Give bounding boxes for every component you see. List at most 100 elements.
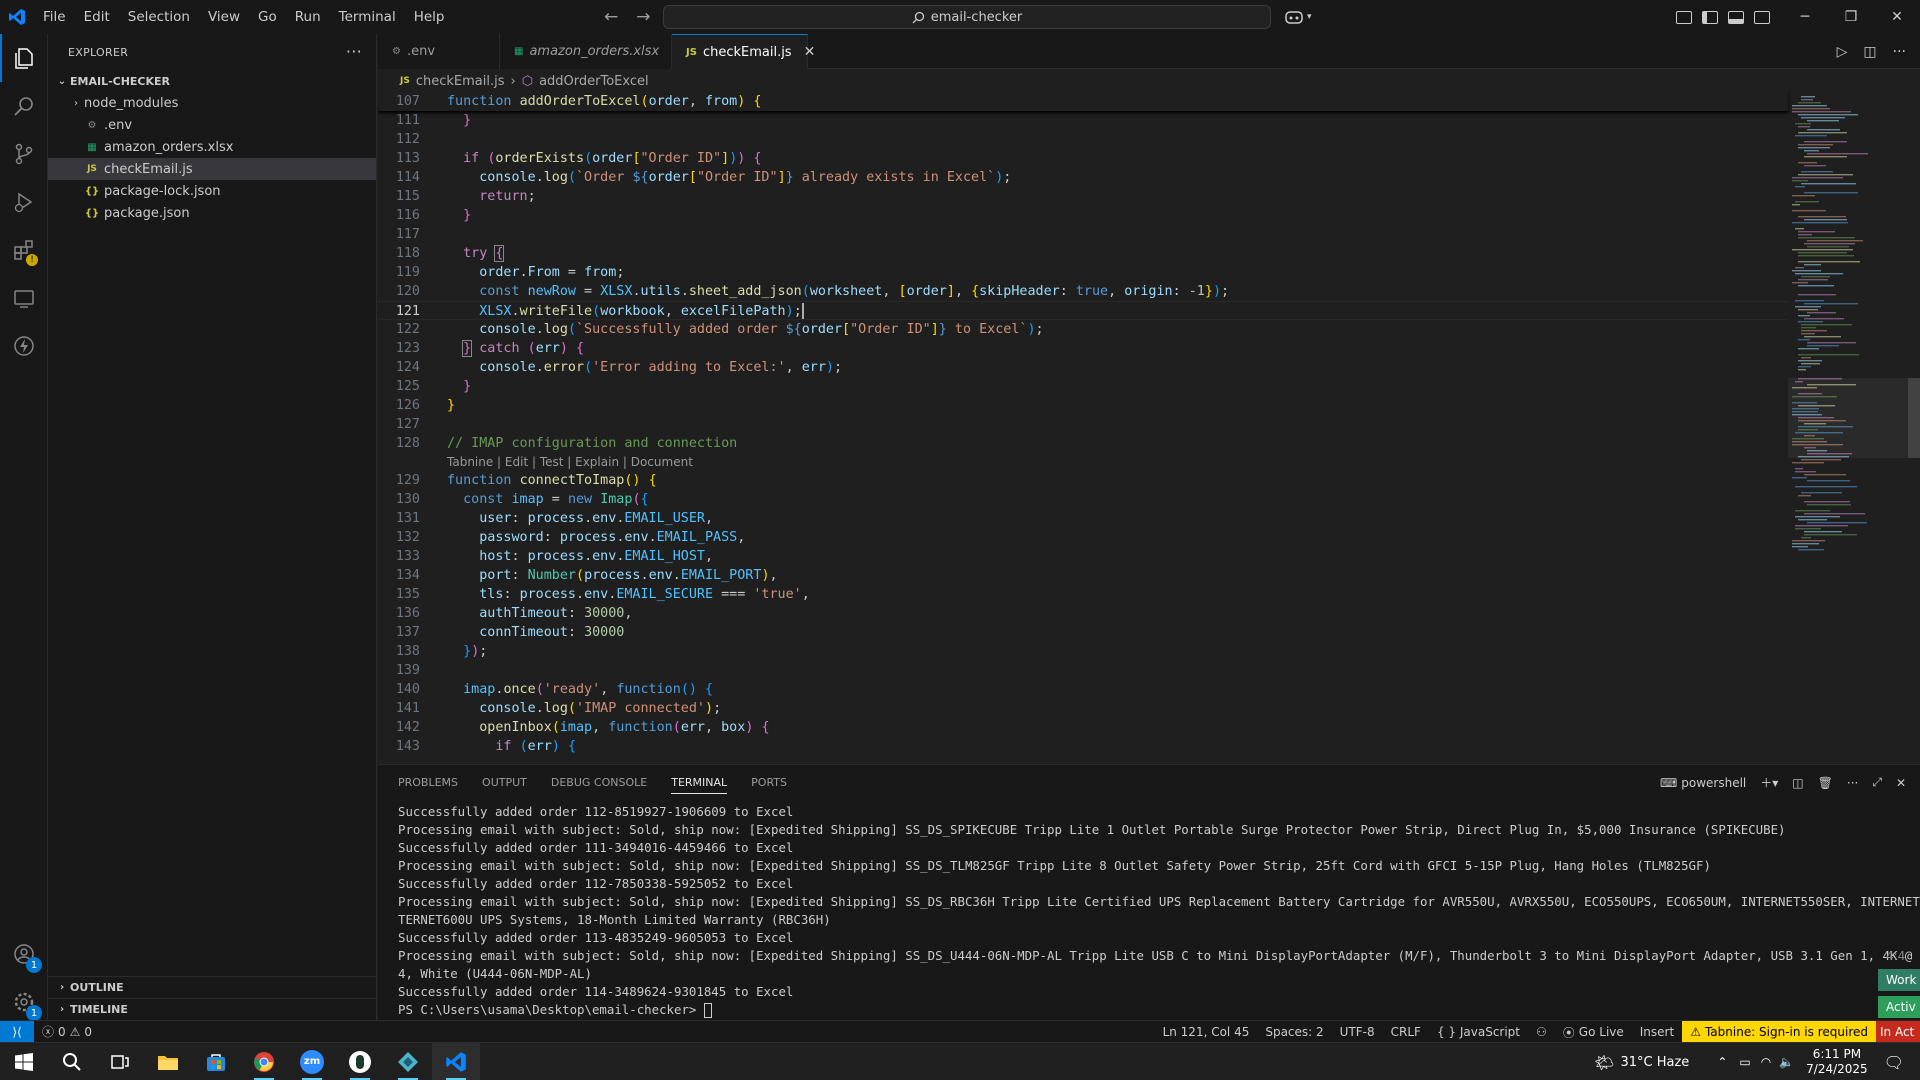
menu-file[interactable]: File: [34, 0, 75, 34]
vscode-taskbar-icon[interactable]: [432, 1042, 480, 1080]
tabnine-icon: ⚠: [1690, 1025, 1701, 1039]
insert-mode[interactable]: Insert: [1632, 1021, 1682, 1043]
scrollbar-thumb[interactable]: [1908, 378, 1920, 458]
menu-run[interactable]: Run: [286, 0, 330, 34]
restore-icon[interactable]: ❐: [1828, 0, 1874, 34]
split-terminal-icon[interactable]: ◫: [1792, 776, 1803, 790]
wifi-icon[interactable]: ◠: [1761, 1055, 1771, 1069]
menu-help[interactable]: Help: [405, 0, 454, 34]
outline-section[interactable]: › OUTLINE: [48, 976, 377, 998]
editor-scrollbar[interactable]: [1908, 92, 1920, 764]
tree-item-checkemail[interactable]: JS checkEmail.js: [48, 158, 376, 180]
close-icon[interactable]: ✕: [804, 44, 816, 60]
sticky-scroll-line[interactable]: 107 function addOrderToExcel(order, from)…: [378, 92, 1788, 111]
tab-debug-console[interactable]: DEBUG CONSOLE: [551, 776, 647, 789]
close-window-icon[interactable]: ✕: [1874, 0, 1920, 34]
extensions-icon[interactable]: !: [0, 226, 48, 274]
copilot-status-icon[interactable]: ⚇: [1528, 1021, 1555, 1043]
remote-indicator-icon[interactable]: ⟩⟨: [0, 1020, 34, 1043]
command-center-search[interactable]: email-checker: [663, 5, 1271, 29]
copilot-icon[interactable]: ▾: [1284, 7, 1320, 27]
menu-view[interactable]: View: [199, 0, 249, 34]
breadcrumb-file[interactable]: checkEmail.js: [416, 74, 505, 89]
indentation[interactable]: Spaces: 2: [1257, 1021, 1331, 1043]
terminal-output[interactable]: Successfully added order 112-8519927-190…: [398, 803, 1920, 1019]
breadcrumb-symbol[interactable]: addOrderToExcel: [539, 74, 649, 89]
remote-explorer-icon[interactable]: [0, 274, 48, 322]
chevron-right-icon: ›: [59, 1004, 65, 1015]
maximize-panel-icon[interactable]: ⤢: [1872, 775, 1882, 790]
shell-name[interactable]: powershell: [1681, 776, 1746, 790]
new-terminal-icon[interactable]: ＋▾: [1760, 774, 1778, 791]
toggle-panel-icon[interactable]: [1728, 10, 1744, 24]
forward-arrow-icon[interactable]: →: [636, 7, 650, 27]
line-number: 143: [395, 739, 420, 754]
clock-time: 6:11 PM: [1812, 1047, 1862, 1061]
line-ending[interactable]: CRLF: [1383, 1021, 1429, 1043]
tab-problems[interactable]: PROBLEMS: [398, 776, 458, 789]
chrome-icon[interactable]: [240, 1043, 288, 1080]
menu-go[interactable]: Go: [249, 0, 286, 34]
trash-icon[interactable]: 🗑: [1818, 776, 1833, 790]
menu-edit[interactable]: Edit: [75, 0, 119, 34]
more-actions-icon[interactable]: ···: [346, 42, 362, 61]
minimap[interactable]: [1788, 92, 1908, 764]
cursor-position[interactable]: Ln 121, Col 45: [1155, 1021, 1258, 1043]
timeline-section[interactable]: › TIMELINE: [48, 998, 377, 1020]
menu-terminal[interactable]: Terminal: [330, 0, 405, 34]
encoding[interactable]: UTF-8: [1332, 1021, 1383, 1043]
tabnine-status[interactable]: ⚠ Tabnine: Sign-in is required: [1682, 1021, 1876, 1043]
close-panel-icon[interactable]: ✕: [1896, 776, 1906, 790]
minimize-icon[interactable]: ─: [1782, 0, 1828, 34]
account-icon[interactable]: 1: [0, 930, 48, 978]
volume-icon[interactable]: 🔈: [1779, 1055, 1794, 1069]
customize-layout-icon[interactable]: [1676, 10, 1692, 24]
search-icon[interactable]: [0, 82, 48, 130]
go-live-button[interactable]: ⦿ Go Live: [1555, 1021, 1632, 1043]
file-explorer-icon[interactable]: [144, 1043, 192, 1080]
battery-icon[interactable]: ▭: [1739, 1055, 1750, 1069]
terminal-prompt-line[interactable]: PS C:\Users\usama\Desktop\email-checker>: [398, 1001, 1908, 1019]
more-actions-icon[interactable]: ···: [1847, 776, 1858, 790]
clock[interactable]: 6:11 PM 7/24/2025: [1806, 1047, 1868, 1077]
split-editor-icon[interactable]: ◫: [1863, 44, 1876, 60]
chevron-up-icon[interactable]: ⌃: [1717, 1055, 1727, 1069]
weather-icon[interactable]: 🌤: [1594, 1053, 1614, 1072]
toggle-secondary-sidebar-icon[interactable]: [1754, 10, 1770, 24]
language-mode[interactable]: { } JavaScript: [1429, 1021, 1528, 1043]
app-leaf-icon[interactable]: [336, 1043, 384, 1080]
app-diamond-icon[interactable]: [384, 1043, 432, 1080]
tree-item-env[interactable]: ⚙ .env: [48, 114, 376, 136]
taskbar-search-icon[interactable]: [48, 1043, 96, 1080]
tree-item-node-modules[interactable]: › node_modules: [48, 92, 376, 114]
problems-indicator[interactable]: ⓧ 0 ⚠ 0: [34, 1023, 100, 1040]
toggle-sidebar-icon[interactable]: [1702, 10, 1718, 24]
windows-start-icon[interactable]: [0, 1043, 48, 1080]
zoom-icon[interactable]: zm: [288, 1043, 336, 1080]
line-number: 126: [395, 398, 420, 413]
tab-ports[interactable]: PORTS: [751, 776, 787, 789]
run-icon[interactable]: ▷: [1837, 44, 1848, 60]
notifications-icon[interactable]: 🗨: [1884, 1053, 1904, 1072]
tab-checkemail[interactable]: JS checkEmail.js ✕: [672, 34, 815, 69]
tree-item-package-lock[interactable]: {} package-lock.json: [48, 180, 376, 202]
run-debug-icon[interactable]: [0, 178, 48, 226]
tabnine-codelens[interactable]: Tabnine | Edit | Test | Explain | Docume…: [447, 453, 693, 471]
source-control-icon[interactable]: [0, 130, 48, 178]
tab-xlsx[interactable]: ▦ amazon_orders.xlsx: [500, 34, 672, 69]
explorer-icon[interactable]: [0, 34, 48, 82]
menu-selection[interactable]: Selection: [119, 0, 199, 34]
tree-item-package[interactable]: {} package.json: [48, 202, 376, 224]
lightning-icon[interactable]: [0, 322, 48, 370]
code-editor[interactable]: 107 function addOrderToExcel(order, from)…: [378, 92, 1920, 764]
settings-gear-icon[interactable]: 1: [0, 978, 48, 1026]
more-actions-icon[interactable]: ···: [1893, 44, 1906, 60]
tab-terminal[interactable]: TERMINAL: [671, 771, 728, 794]
tree-item-xlsx[interactable]: ▦ amazon_orders.xlsx: [48, 136, 376, 158]
tab-env[interactable]: ⚙ .env: [378, 34, 500, 69]
tab-output[interactable]: OUTPUT: [482, 776, 527, 789]
task-view-icon[interactable]: [96, 1043, 144, 1080]
microsoft-store-icon[interactable]: [192, 1043, 240, 1080]
back-arrow-icon[interactable]: ←: [604, 7, 618, 27]
weather-text[interactable]: 31°C Haze: [1620, 1055, 1689, 1070]
